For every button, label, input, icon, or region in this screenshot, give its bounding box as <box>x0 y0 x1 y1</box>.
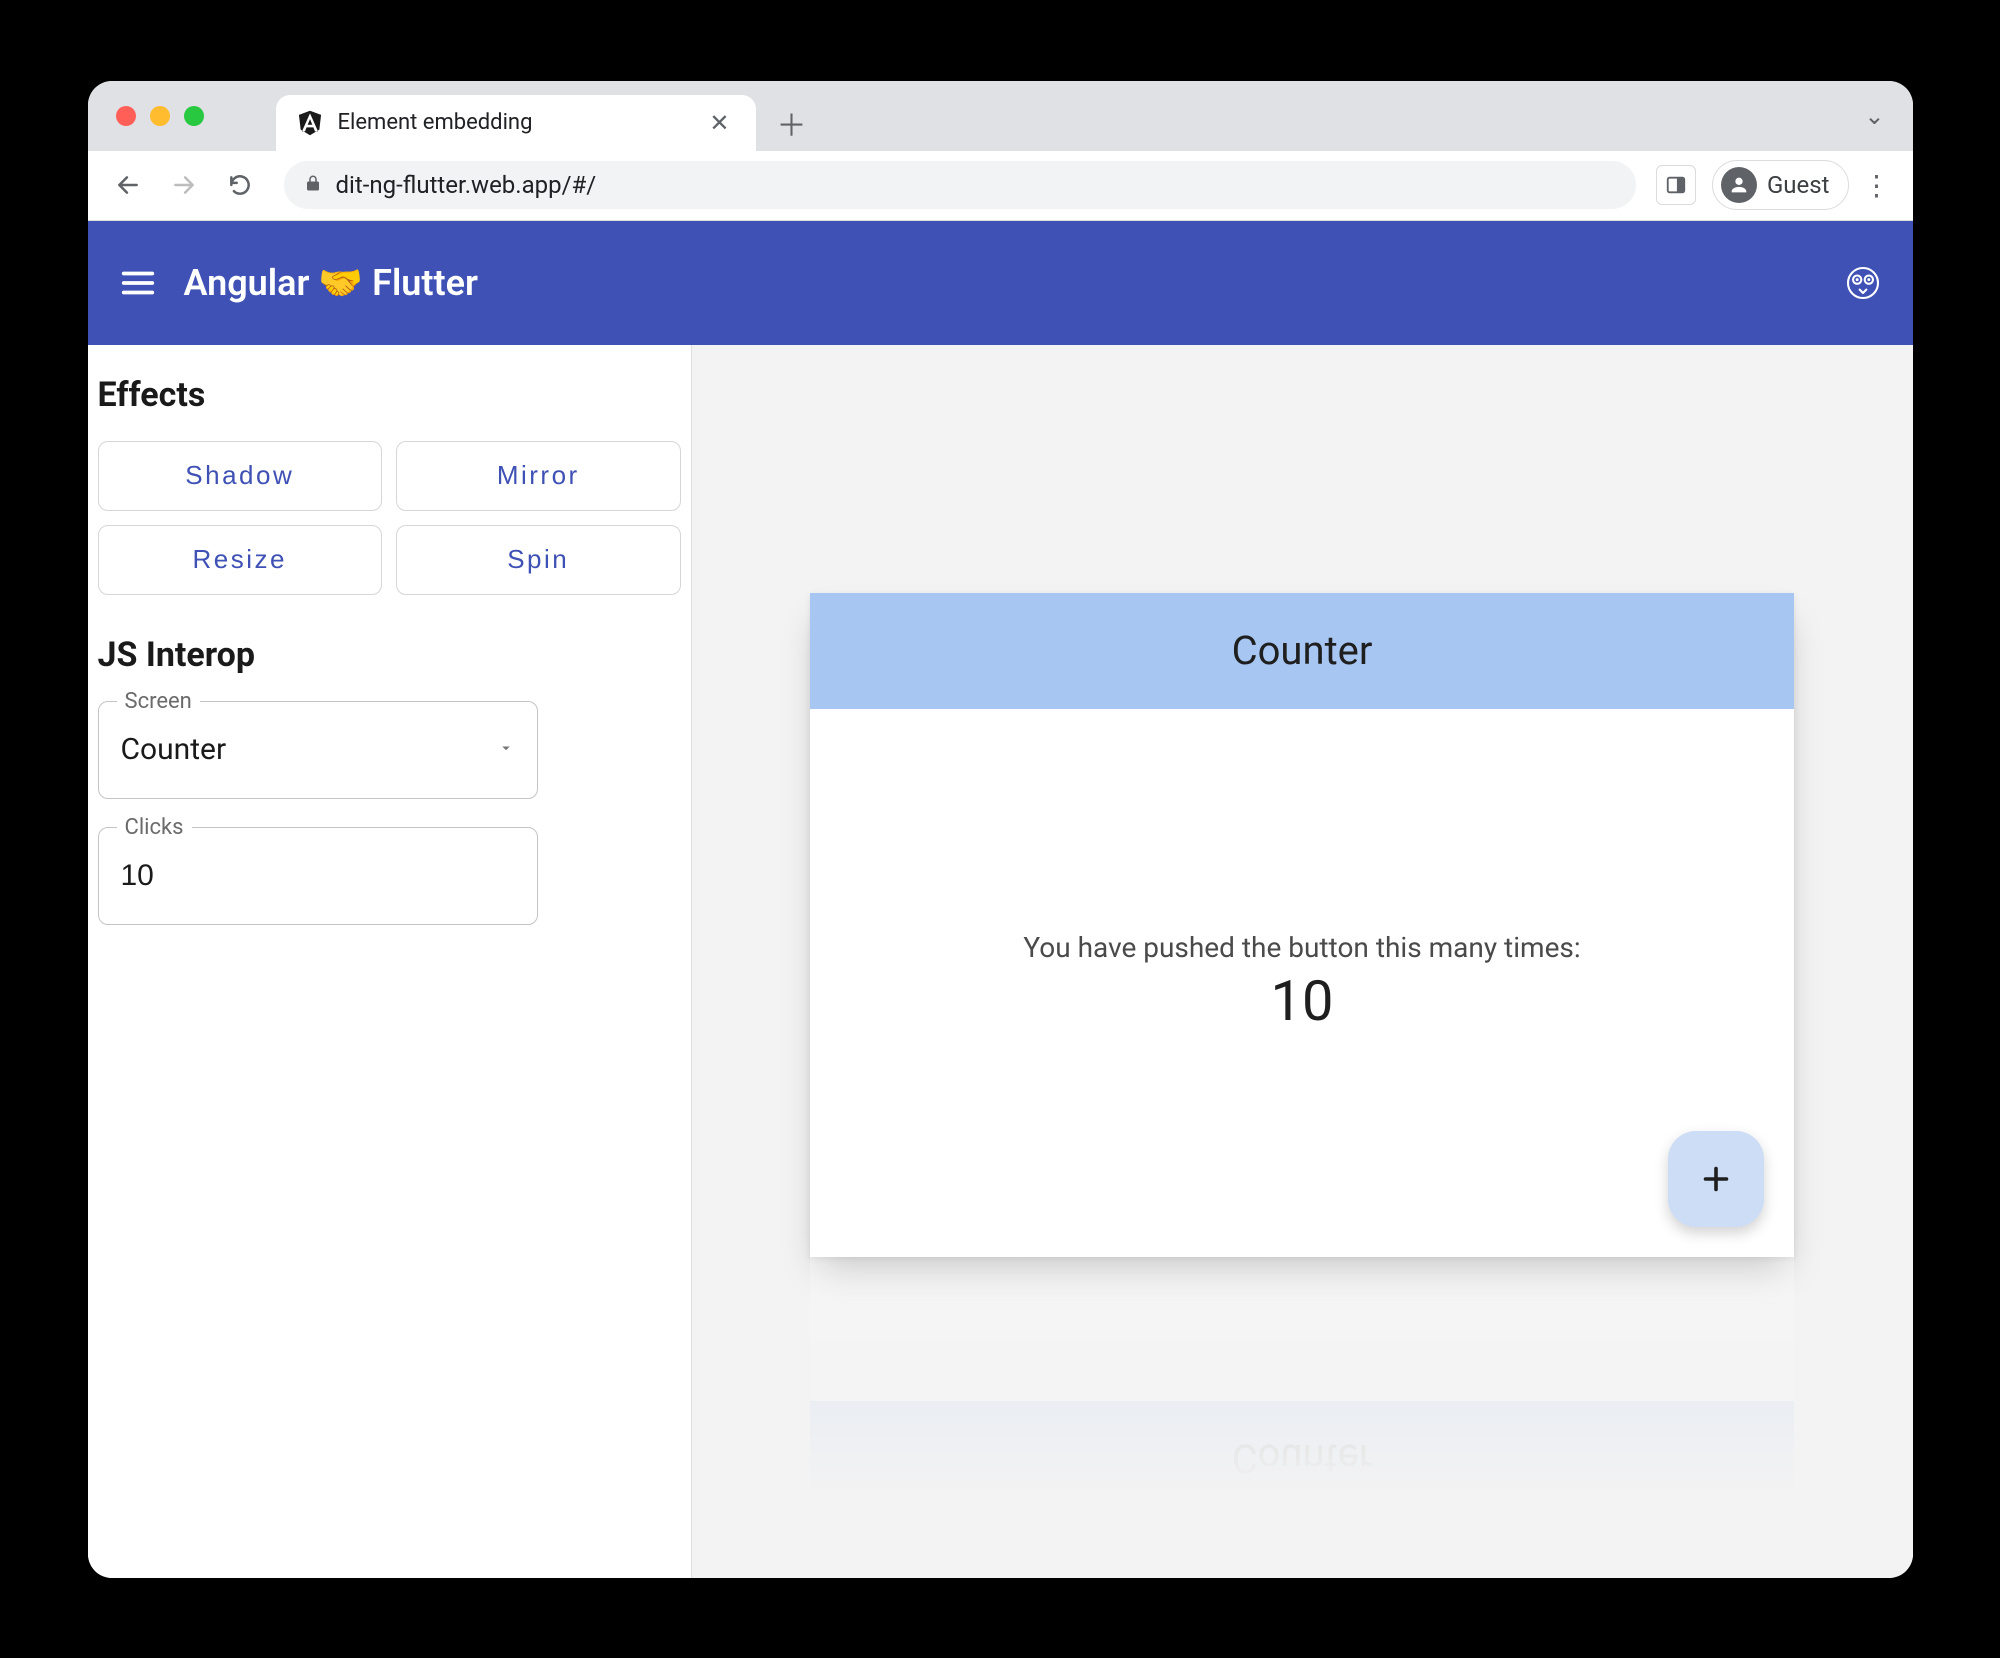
counter-body: You have pushed the button this many tim… <box>810 709 1794 1257</box>
nav-reload-button[interactable] <box>216 161 264 209</box>
counter-card: Counter You have pushed the button this … <box>810 593 1794 1257</box>
counter-reflection: Counter You have pushed the button this … <box>810 1257 1794 1517</box>
mirror-button[interactable]: Mirror <box>396 441 681 511</box>
tab-strip: Element embedding ✕ ＋ ⌄ <box>88 81 1913 151</box>
new-tab-button[interactable]: ＋ <box>768 99 816 147</box>
effects-heading: Effects <box>98 375 681 415</box>
counter-header: Counter <box>810 593 1794 709</box>
angular-favicon <box>296 109 324 137</box>
screen-label: Screen <box>117 689 200 714</box>
window-close-button[interactable] <box>116 106 136 126</box>
avatar-icon <box>1721 167 1757 203</box>
screen-select[interactable]: Screen Counter <box>98 701 538 799</box>
tabs-dropdown-icon[interactable]: ⌄ <box>1864 102 1884 130</box>
tab-title: Element embedding <box>338 110 690 135</box>
shadow-button[interactable]: Shadow <box>98 441 383 511</box>
dropdown-caret-icon <box>497 739 515 761</box>
browser-window: Element embedding ✕ ＋ ⌄ dit-ng-flutter.w… <box>88 81 1913 1578</box>
window-maximize-button[interactable] <box>184 106 204 126</box>
sidebar: Effects Shadow Mirror Resize Spin JS Int… <box>88 345 692 1578</box>
counter-value: 10 <box>1271 968 1334 1034</box>
app-bar: Angular 🤝 Flutter <box>88 221 1913 345</box>
menu-button[interactable] <box>116 261 160 305</box>
lock-icon <box>304 173 322 197</box>
app-root: Angular 🤝 Flutter Effects <box>88 221 1913 1578</box>
profile-label: Guest <box>1767 171 1830 199</box>
address-bar[interactable]: dit-ng-flutter.web.app/#/ <box>284 161 1636 209</box>
browser-toolbar: dit-ng-flutter.web.app/#/ Guest ⋮ <box>88 151 1913 221</box>
profile-chip[interactable]: Guest <box>1712 160 1849 210</box>
increment-fab[interactable] <box>1668 1131 1764 1227</box>
nav-forward-button[interactable] <box>160 161 208 209</box>
clicks-value[interactable] <box>121 859 515 893</box>
nav-back-button[interactable] <box>104 161 152 209</box>
interop-heading: JS Interop <box>98 635 681 675</box>
spin-button[interactable]: Spin <box>396 525 681 595</box>
window-controls <box>116 106 204 126</box>
app-title: Angular 🤝 Flutter <box>184 262 478 304</box>
dash-mascot-icon[interactable] <box>1841 261 1885 305</box>
clicks-input[interactable]: Clicks <box>98 827 538 925</box>
side-panel-button[interactable] <box>1656 165 1696 205</box>
main-canvas: Counter You have pushed the button this … <box>692 345 1913 1578</box>
resize-button[interactable]: Resize <box>98 525 383 595</box>
window-minimize-button[interactable] <box>150 106 170 126</box>
app-body: Effects Shadow Mirror Resize Spin JS Int… <box>88 345 1913 1578</box>
clicks-label: Clicks <box>117 815 192 840</box>
effects-grid: Shadow Mirror Resize Spin <box>98 441 681 595</box>
browser-menu-button[interactable]: ⋮ <box>1857 165 1897 205</box>
screen-value: Counter <box>121 732 497 767</box>
counter-message: You have pushed the button this many tim… <box>1023 931 1580 964</box>
browser-tab[interactable]: Element embedding ✕ <box>276 95 756 151</box>
tab-close-icon[interactable]: ✕ <box>703 105 735 141</box>
url-text: dit-ng-flutter.web.app/#/ <box>336 171 597 199</box>
